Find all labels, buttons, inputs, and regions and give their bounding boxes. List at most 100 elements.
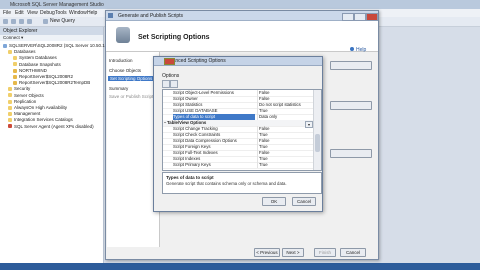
property-row[interactable]: Script Primary Keys True	[163, 162, 313, 169]
tree-item-label: Integration Services Catalogs	[14, 117, 73, 123]
menu-help[interactable]: Help	[87, 10, 97, 16]
step-set-scripting-options[interactable]: Set Scripting Options	[108, 76, 156, 81]
step-summary[interactable]: Summary	[109, 86, 128, 91]
tree-item[interactable]: NORTHWIND	[13, 68, 47, 73]
folder-icon	[13, 62, 17, 67]
column-divider	[257, 114, 258, 120]
tree-item[interactable]: System Databases	[13, 55, 57, 60]
tree-item[interactable]: SQL Server Agent (Agent XPs disabled)	[8, 124, 94, 129]
options-property-grid[interactable]: Script Object-Level Permissions False Scri…	[162, 89, 322, 171]
maximize-button[interactable]	[354, 13, 366, 21]
previous-button[interactable]: < Previous	[254, 248, 280, 257]
property-value[interactable]: False	[259, 138, 270, 144]
property-value[interactable]: False	[259, 90, 270, 96]
ok-button[interactable]: OK	[262, 197, 286, 206]
tree-item[interactable]: AlwaysOn High Availability	[8, 105, 67, 110]
cancel-button[interactable]: Cancel	[340, 248, 366, 257]
browse-button[interactable]	[330, 101, 372, 110]
object-explorer-toolbar: Connect ▾	[0, 35, 103, 41]
new-file-icon[interactable]	[3, 19, 8, 24]
property-value[interactable]: Do not script statistics	[259, 102, 301, 108]
help-icon[interactable]	[350, 47, 354, 51]
property-value[interactable]: False	[259, 150, 270, 156]
tree-item-label: ReportServer$SQL2008R2	[19, 74, 74, 79]
tree-item-label: System Databases	[19, 55, 57, 61]
property-value[interactable]: True	[259, 132, 268, 138]
property-value[interactable]: True	[259, 156, 268, 162]
property-value[interactable]: False	[259, 126, 270, 132]
tree-item-label: Security	[14, 86, 31, 92]
property-name: Script Indexes	[173, 156, 201, 161]
advanced-button[interactable]	[330, 61, 372, 70]
next-button[interactable]: Next >	[282, 248, 304, 257]
description-text: Generate script that contains schema onl…	[166, 181, 287, 186]
options-label: Options	[162, 73, 180, 79]
new-query-icon	[43, 19, 48, 24]
save-icon[interactable]	[19, 19, 24, 24]
column-divider	[257, 150, 258, 156]
finish-button[interactable]: Finish	[314, 248, 336, 257]
open-file-icon[interactable]	[11, 19, 16, 24]
scrollbar-thumb[interactable]	[315, 134, 320, 152]
browse-button-2[interactable]	[330, 149, 372, 158]
step-choose-objects[interactable]: Choose Objects	[109, 68, 141, 73]
save-all-icon[interactable]	[27, 19, 32, 24]
property-name: Script Statistics	[173, 102, 203, 107]
property-value[interactable]: True	[259, 162, 268, 168]
tree-item[interactable]: Databases	[8, 49, 36, 54]
property-value[interactable]: True	[259, 144, 268, 150]
advanced-title-bar: Advanced Scripting Options	[154, 57, 322, 66]
menu-tools[interactable]: Tools	[55, 10, 67, 16]
dropdown-arrow-icon[interactable]: ▾	[305, 121, 313, 128]
advanced-close-button[interactable]	[164, 58, 175, 65]
property-value[interactable]: False	[259, 96, 270, 102]
categorized-icon[interactable]	[162, 80, 170, 88]
property-name: Script Full-Text Indexes	[173, 150, 218, 155]
advanced-cancel-button[interactable]: Cancel	[292, 197, 316, 206]
tree-item[interactable]: ReportServer$SQL2008R2TempDB	[13, 80, 90, 85]
alphabetical-icon[interactable]	[170, 80, 178, 88]
property-grid-scrollbar[interactable]	[313, 90, 321, 170]
column-divider	[257, 126, 258, 132]
property-name: Types of data to script	[173, 114, 255, 120]
tree-item[interactable]: ReportServer$SQL2008R2	[13, 74, 73, 79]
property-name: Script Foreign Keys	[173, 144, 211, 149]
new-query-button[interactable]: New Query	[50, 18, 75, 24]
tree-item[interactable]: Database Snapshots	[13, 62, 61, 67]
menu-view[interactable]: View	[27, 10, 38, 16]
close-button[interactable]	[366, 13, 378, 21]
property-name: Script Data Compression Options	[173, 138, 237, 143]
help-link[interactable]: Help	[356, 47, 366, 53]
tree-item[interactable]: Security	[8, 86, 30, 91]
tree-item[interactable]: SQLSERVER\SQL2008R2 (SQL Server 10.50.16…	[3, 43, 122, 48]
menu-edit[interactable]: Edit	[15, 10, 24, 16]
object-explorer-title-bar: Object Explorer	[0, 27, 103, 35]
menu-debug[interactable]: Debug	[40, 10, 55, 16]
description-panel: Types of data to script Generate script …	[162, 172, 322, 194]
tree-item-label: Replication	[14, 98, 37, 104]
property-value[interactable]: Data only	[259, 114, 277, 120]
property-value[interactable]: True	[259, 108, 268, 114]
status-bar	[0, 263, 480, 270]
object-explorer: Object Explorer Connect ▾ SQLSERVER\SQL2…	[0, 27, 122, 263]
tree-item[interactable]: Management	[8, 111, 40, 116]
tree-item[interactable]: Integration Services Catalogs	[8, 117, 73, 122]
menu-window[interactable]: Window	[69, 10, 87, 16]
folder-icon	[8, 87, 12, 92]
collapse-icon[interactable]: −	[164, 120, 166, 126]
ssms-title: Microsoft SQL Server Management Studio	[10, 2, 104, 8]
tree-item-label: ReportServer$SQL2008R2TempDB	[19, 80, 91, 86]
column-divider	[257, 144, 258, 150]
minimize-button[interactable]	[342, 13, 354, 21]
connect-button[interactable]: Connect ▾	[3, 35, 23, 41]
menu-file[interactable]: File	[3, 10, 11, 16]
wizard-title-bar: Generate and Publish Scripts	[106, 11, 378, 21]
step-introduction[interactable]: Introduction	[109, 58, 133, 63]
tree-item-label: Management	[14, 111, 41, 117]
tree-item-label: Server Objects	[14, 92, 44, 98]
tree-item[interactable]: Replication	[8, 99, 36, 104]
column-divider	[257, 90, 258, 96]
column-divider	[257, 108, 258, 114]
step-save-or-publish[interactable]: Save or Publish Scripts	[109, 94, 156, 99]
tree-item[interactable]: Server Objects	[8, 93, 44, 98]
